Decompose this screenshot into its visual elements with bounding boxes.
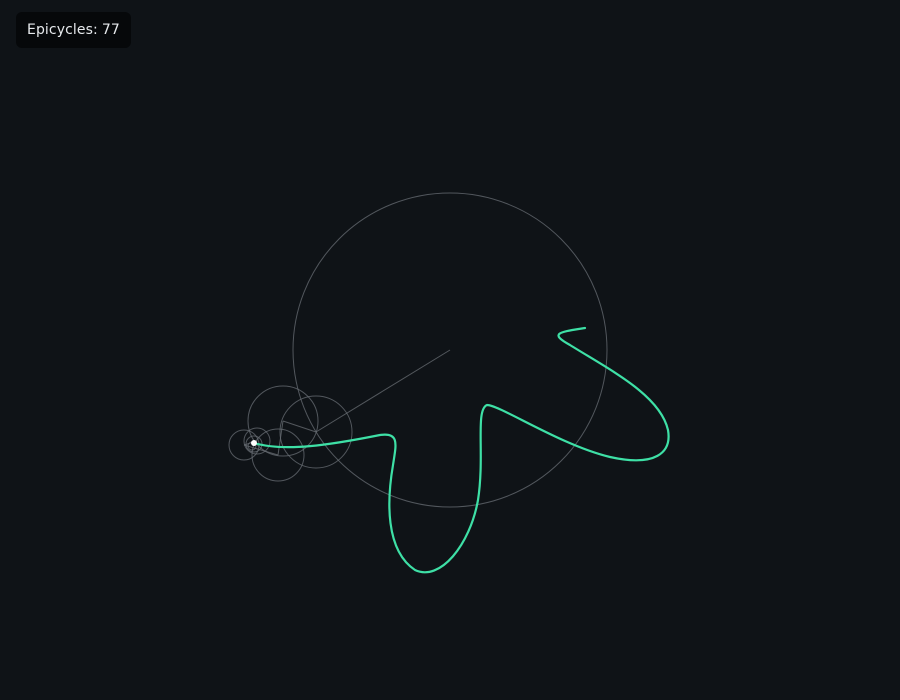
pen-tip <box>251 440 257 446</box>
epicycle-count-label: Epicycles: <box>27 22 98 38</box>
epicycle-count-badge: Epicycles: 77 <box>16 12 131 48</box>
epicycle-arm-1 <box>315 349 451 433</box>
epicycle-rig <box>228 192 608 508</box>
epicycle-count-value: 77 <box>101 22 120 38</box>
epicycle-canvas <box>228 192 670 574</box>
